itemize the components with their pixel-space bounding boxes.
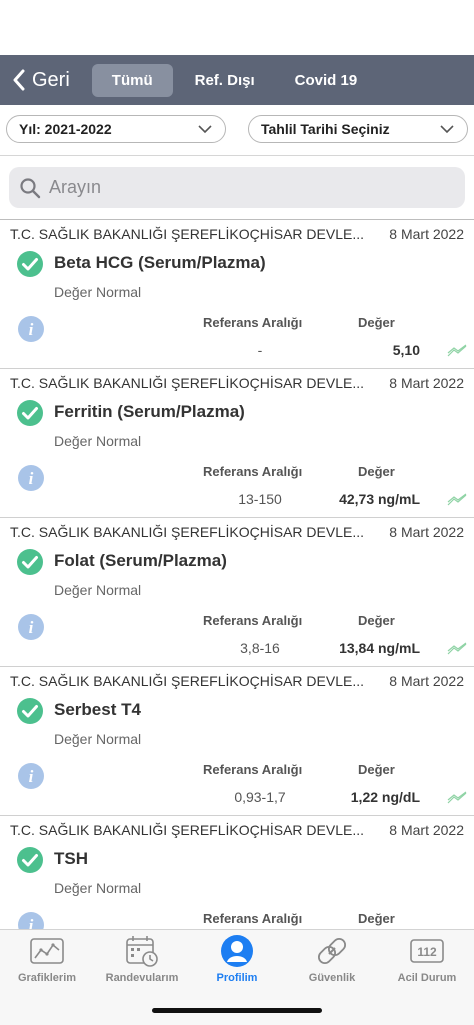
top-navigation-bar: Geri Tümü Ref. Dışı Covid 19: [0, 55, 474, 105]
value-header: Değer: [358, 613, 395, 628]
svg-text:i: i: [29, 767, 34, 786]
check-circle-icon: [17, 549, 43, 575]
list-item[interactable]: T.C. SAĞLIK BAKANLIĞI ŞEREFLİKOÇHİSAR DE…: [0, 816, 474, 930]
filter-tabs: Tümü Ref. Dışı Covid 19: [91, 63, 379, 97]
check-circle-icon: [17, 847, 43, 873]
check-circle-icon: [17, 251, 43, 277]
divider: [0, 155, 474, 156]
nav-profile[interactable]: Profilim: [190, 932, 284, 984]
result-status: Değer Normal: [54, 880, 142, 896]
test-name: Beta HCG (Serum/Plazma): [54, 253, 266, 272]
result-date: 8 Mart 2022: [389, 822, 464, 838]
list-item[interactable]: T.C. SAĞLIK BAKANLIĞI ŞEREFLİKOÇHİSAR DE…: [0, 369, 474, 518]
link-icon: [317, 937, 347, 965]
nav-appointments-label: Randevularım: [105, 972, 179, 984]
search-input[interactable]: Arayın: [9, 167, 465, 208]
reference-range-header: Referans Aralığı: [203, 464, 303, 479]
check-circle-icon: [17, 400, 43, 426]
institution-name: T.C. SAĞLIK BAKANLIĞI ŞEREFLİKOÇHİSAR DE…: [10, 673, 364, 689]
result-status: Değer Normal: [54, 284, 142, 300]
chevron-down-icon: [198, 125, 212, 134]
profile-icon: [221, 935, 253, 967]
back-button[interactable]: Geri: [12, 69, 70, 92]
tab-covid19[interactable]: Covid 19: [277, 64, 376, 97]
nav-charts-label: Grafiklerim: [17, 972, 77, 984]
institution-name: T.C. SAĞLIK BAKANLIĞI ŞEREFLİKOÇHİSAR DE…: [10, 524, 364, 540]
value-header: Değer: [358, 911, 395, 926]
tab-out-of-reference[interactable]: Ref. Dışı: [177, 64, 273, 97]
list-item[interactable]: T.C. SAĞLIK BAKANLIĞI ŞEREFLİKOÇHİSAR DE…: [0, 518, 474, 667]
info-icon[interactable]: i: [17, 315, 45, 343]
list-item[interactable]: T.C. SAĞLIK BAKANLIĞI ŞEREFLİKOÇHİSAR DE…: [0, 220, 474, 369]
home-indicator: [152, 1008, 322, 1013]
chevron-down-icon: [440, 125, 454, 134]
status-bar: [0, 0, 474, 55]
trend-chart-icon[interactable]: [447, 493, 467, 507]
test-name: Ferritin (Serum/Plazma): [54, 402, 245, 421]
result-value: 5,10: [392, 342, 420, 358]
institution-name: T.C. SAĞLIK BAKANLIĞI ŞEREFLİKOÇHİSAR DE…: [10, 375, 364, 391]
value-header: Değer: [358, 464, 395, 479]
results-list: T.C. SAĞLIK BAKANLIĞI ŞEREFLİKOÇHİSAR DE…: [0, 219, 474, 930]
result-status: Değer Normal: [54, 731, 142, 747]
info-icon[interactable]: i: [17, 464, 45, 492]
nav-emergency[interactable]: 112 Acil Durum: [380, 932, 474, 984]
search-icon: [20, 177, 41, 198]
filters-row: Yıl: 2021-2022 Tahlil Tarihi Seçiniz: [0, 115, 474, 147]
svg-text:i: i: [29, 916, 34, 930]
result-date: 8 Mart 2022: [389, 226, 464, 242]
date-select[interactable]: Tahlil Tarihi Seçiniz: [248, 115, 468, 143]
svg-text:i: i: [29, 618, 34, 637]
result-date: 8 Mart 2022: [389, 673, 464, 689]
list-item[interactable]: T.C. SAĞLIK BAKANLIĞI ŞEREFLİKOÇHİSAR DE…: [0, 667, 474, 816]
svg-text:i: i: [29, 320, 34, 339]
chevron-left-icon: [13, 69, 25, 91]
tab-all[interactable]: Tümü: [91, 63, 173, 97]
info-icon[interactable]: i: [17, 762, 45, 790]
result-date: 8 Mart 2022: [389, 375, 464, 391]
chart-icon: [30, 938, 64, 964]
result-value: 1,22 ng/dL: [350, 789, 420, 805]
trend-chart-icon[interactable]: [447, 344, 467, 358]
result-status: Değer Normal: [54, 433, 142, 449]
reference-range-header: Referans Aralığı: [203, 613, 303, 628]
emergency-112-icon: 112: [410, 939, 444, 963]
nav-profile-label: Profilim: [216, 972, 258, 984]
svg-text:112: 112: [417, 945, 437, 959]
svg-text:i: i: [29, 469, 34, 488]
trend-chart-icon[interactable]: [447, 791, 467, 805]
reference-range-header: Referans Aralığı: [203, 911, 303, 926]
trend-chart-icon[interactable]: [447, 642, 467, 656]
nav-security-label: Güvenlik: [308, 972, 356, 984]
calendar-clock-icon: [126, 936, 158, 967]
institution-name: T.C. SAĞLIK BAKANLIĞI ŞEREFLİKOÇHİSAR DE…: [10, 822, 364, 838]
value-header: Değer: [358, 762, 395, 777]
reference-range-header: Referans Aralığı: [203, 315, 303, 330]
value-header: Değer: [358, 315, 395, 330]
info-icon[interactable]: i: [17, 911, 45, 930]
result-value: 42,73 ng/mL: [339, 491, 420, 507]
nav-appointments[interactable]: Randevularım: [95, 932, 189, 984]
search-placeholder: Arayın: [49, 177, 102, 197]
result-value: 13,84 ng/mL: [339, 640, 420, 656]
institution-name: T.C. SAĞLIK BAKANLIĞI ŞEREFLİKOÇHİSAR DE…: [10, 226, 364, 242]
reference-range-header: Referans Aralığı: [203, 762, 303, 777]
info-icon[interactable]: i: [17, 613, 45, 641]
nav-security[interactable]: Güvenlik: [285, 932, 379, 984]
test-name: TSH: [54, 849, 88, 868]
test-name: Folat (Serum/Plazma): [54, 551, 227, 570]
back-label: Geri: [32, 68, 70, 91]
nav-charts[interactable]: Grafiklerim: [0, 932, 94, 984]
test-name: Serbest T4: [54, 700, 141, 719]
nav-emergency-label: Acil Durum: [397, 972, 457, 984]
date-select-value: Tahlil Tarihi Seçiniz: [261, 121, 390, 137]
result-date: 8 Mart 2022: [389, 524, 464, 540]
year-select-value: Yıl: 2021-2022: [19, 121, 112, 137]
check-circle-icon: [17, 698, 43, 724]
result-status: Değer Normal: [54, 582, 142, 598]
year-select[interactable]: Yıl: 2021-2022: [6, 115, 226, 143]
